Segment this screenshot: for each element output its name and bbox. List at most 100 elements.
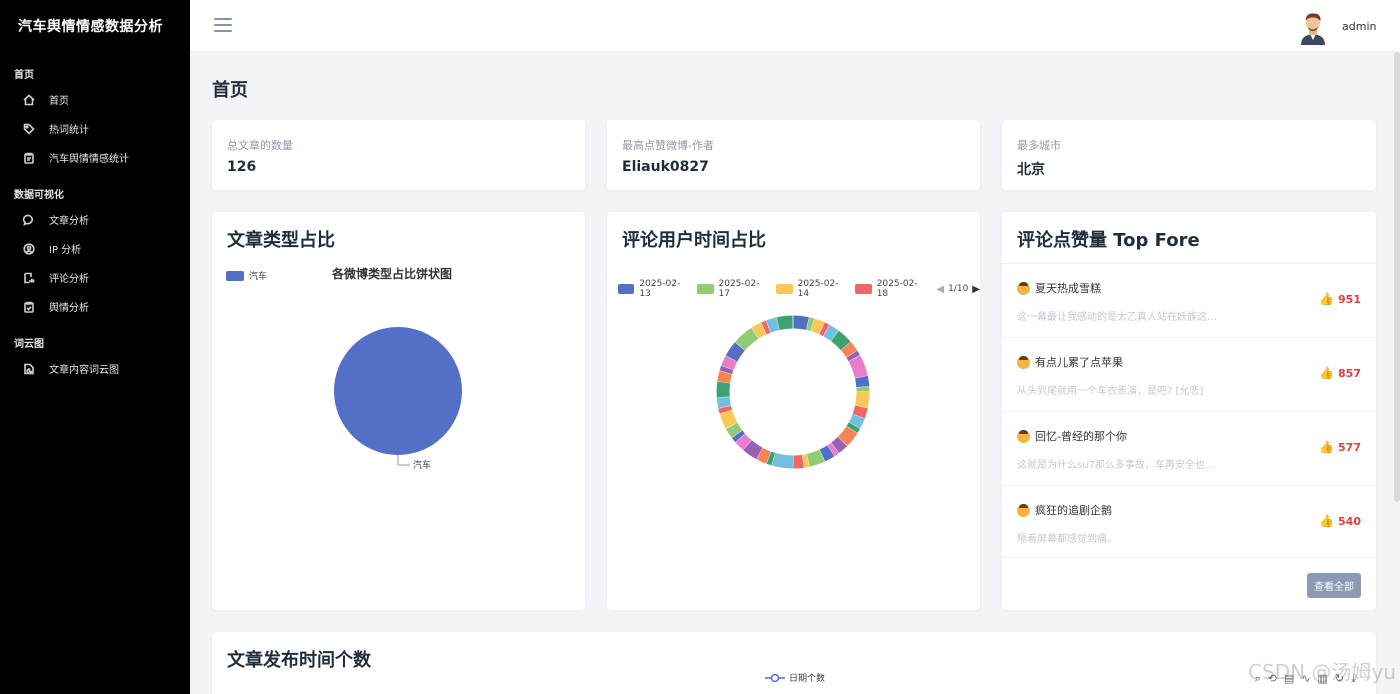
donut-segment[interactable] [819, 322, 830, 337]
donut-segment[interactable] [731, 430, 746, 443]
scrollbar[interactable] [1394, 52, 1400, 502]
sidebar-item-article-analysis[interactable]: 文章分析 [0, 205, 190, 234]
like-count: 577 [1338, 440, 1361, 454]
donut-segment[interactable] [756, 447, 771, 464]
stat-value: 北京 [1017, 162, 1045, 178]
comment-user: 回忆-曾经的那个你 [1035, 430, 1127, 443]
donut-segment[interactable] [830, 436, 848, 454]
donut-segment[interactable] [792, 454, 804, 469]
sidebar-item-hotwords[interactable]: 热词统计 [0, 114, 190, 143]
card-title: 评论点赞量 Top Fore [1017, 230, 1200, 251]
donut-segment[interactable] [717, 370, 733, 384]
donut-segment-gap [765, 451, 772, 464]
donut-segment[interactable] [823, 324, 839, 342]
donut-segment[interactable] [801, 454, 810, 468]
avatar-emoji-icon [1017, 355, 1030, 369]
donut-segment[interactable] [848, 414, 865, 429]
donut-segment[interactable] [837, 426, 858, 447]
pie-label-line [397, 455, 410, 466]
user-name[interactable]: admin [1342, 20, 1376, 33]
donut-segment[interactable] [725, 341, 746, 362]
donut-segment[interactable] [718, 405, 733, 414]
donut-segment[interactable] [761, 320, 771, 335]
donut-segment[interactable] [735, 433, 752, 450]
sidebar-item-wordcloud[interactable]: 文章内容词云图 [0, 354, 190, 383]
donut-segment[interactable] [721, 355, 738, 370]
donut-segment[interactable] [735, 327, 759, 351]
donut-segment-gap [721, 364, 734, 371]
donut-segment[interactable] [716, 381, 731, 398]
donut-segment[interactable] [840, 341, 858, 358]
donut-segment[interactable] [830, 330, 851, 351]
donut-legend[interactable]: 2025-02-13 2025-02-17 2025-02-14 2025-02… [618, 279, 980, 299]
donut-segment[interactable] [806, 317, 815, 332]
donut-segment-gap [840, 341, 852, 351]
donut-segment[interactable] [776, 315, 794, 330]
sidebar-item-ip-analysis[interactable]: IP 分析 [0, 234, 190, 263]
pie-legend[interactable]: 汽车 [226, 269, 267, 282]
comment-user: 夏天热成雪糕 [1035, 282, 1101, 295]
donut-segment[interactable] [819, 445, 835, 462]
menu-toggle-icon[interactable] [214, 18, 232, 34]
donut-segment[interactable] [719, 365, 734, 375]
card-title: 文章发布时间个数 [227, 650, 371, 671]
donut-segment-gap [755, 447, 763, 460]
stat-label: 总文章的数量 [227, 139, 293, 152]
legend-label: 2025-02-17 [718, 279, 760, 299]
comment-time-donut-chart[interactable] [607, 212, 980, 610]
sidebar-item-sentiment-analysis[interactable]: 舆情分析 [0, 292, 190, 321]
donut-segment-gap [734, 341, 746, 351]
donut-segment[interactable] [771, 452, 794, 469]
donut-segment[interactable] [827, 442, 839, 457]
donut-segment[interactable] [846, 350, 861, 362]
list-item[interactable]: 夏天热成雪糕 这一幕最让我感动的是太乙真人站在妖族这… 👍 951 [1002, 263, 1376, 336]
donut-segment[interactable] [719, 409, 738, 429]
donut-segment[interactable] [855, 391, 870, 409]
view-all-button[interactable]: 查看全部 [1307, 573, 1361, 598]
donut-segment[interactable] [846, 422, 861, 434]
comment-text: 隔着屏幕都感觉到痛。 [1017, 534, 1117, 545]
list-item[interactable]: 回忆-曾经的那个你 这就是为什么su7那么多事故，车再安全也… 👍 577 [1002, 411, 1376, 484]
stat-card-total-articles: 总文章的数量 126 [212, 120, 585, 190]
legend-page: 1/10 [948, 284, 969, 294]
sidebar-item-sentiment-stats[interactable]: 汽车舆情情感统计 [0, 143, 190, 172]
donut-segment[interactable] [848, 355, 868, 379]
sidebar-item-home[interactable]: 首页 [0, 85, 190, 114]
sidebar-item-label: 舆情分析 [49, 303, 89, 314]
list-item[interactable]: 疯狂的追剧企鹅 隔着屏幕都感觉到痛。 👍 540 [1002, 485, 1376, 558]
donut-segment[interactable] [716, 396, 731, 409]
legend-label: 2025-02-14 [797, 279, 839, 299]
nav-section-home: 首页 [14, 70, 34, 81]
legend-swatch [855, 284, 872, 294]
donut-segment[interactable] [766, 317, 780, 333]
donut-segment[interactable] [792, 315, 810, 330]
donut-segment-gap [760, 322, 767, 335]
sidebar-item-label: 热词统计 [49, 125, 89, 136]
donut-segment[interactable] [742, 439, 763, 460]
chart-title: 各微博类型占比饼状图 [332, 267, 453, 281]
donut-segment[interactable] [810, 318, 825, 335]
pie-slice[interactable] [334, 327, 462, 455]
list-item[interactable]: 有点儿累了点苹果 从头到尾就用一个车衣表演，是吧? [允悲] 👍 857 [1002, 337, 1376, 410]
donut-segment[interactable] [855, 375, 870, 388]
donut-segment[interactable] [725, 422, 743, 438]
nav-section-visualization: 数据可视化 [14, 190, 64, 201]
user-circle-icon [22, 242, 36, 256]
comment-user: 疯狂的追剧企鹅 [1035, 504, 1112, 517]
sidebar-item-comment-analysis[interactable]: 评论分析 [0, 263, 190, 292]
donut-segment[interactable] [751, 322, 767, 339]
donut-segment-gap [801, 454, 805, 468]
legend-prev-icon[interactable]: ◀ [936, 284, 944, 295]
donut-segment-gap [725, 422, 738, 430]
article-type-card: 文章类型占比 汽车 各微博类型占比饼状图 汽车 [212, 212, 585, 610]
line-legend[interactable]: 日期个数 [765, 671, 825, 684]
legend-next-icon[interactable]: ▶ [972, 284, 980, 295]
donut-segment[interactable] [852, 405, 868, 419]
donut-segment[interactable] [766, 451, 776, 466]
stat-label: 最高点赞微博-作者 [622, 139, 714, 152]
sidebar-item-label: 首页 [49, 96, 69, 107]
card-title: 评论用户时间占比 [622, 230, 766, 251]
donut-segment[interactable] [806, 449, 825, 467]
donut-segment-gap [751, 327, 760, 339]
avatar[interactable] [1298, 11, 1328, 45]
